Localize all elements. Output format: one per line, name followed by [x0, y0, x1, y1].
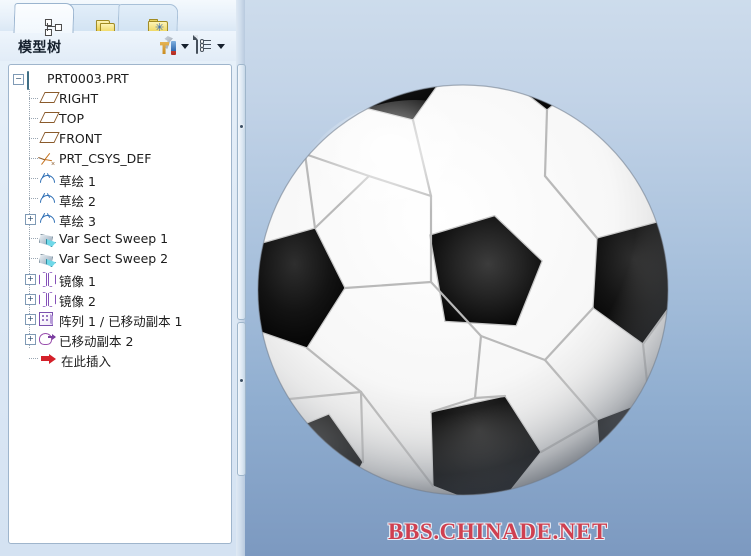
tree-node-label: 在此插入 — [61, 354, 112, 369]
expander-toggle[interactable]: + — [25, 214, 36, 225]
tree-node-label: TOP — [59, 111, 85, 126]
tree-node-label: PRT_CSYS_DEF — [59, 151, 152, 166]
plane-icon — [39, 92, 60, 106]
tree-node-label: RIGHT — [59, 91, 99, 106]
splitter-handle-upper[interactable] — [237, 64, 246, 320]
tree-node-mirror-1[interactable]: + 镜像 1 — [9, 269, 231, 289]
watermark-text: BBS.CHINADE.NET — [388, 519, 608, 544]
expander-toggle[interactable]: + — [25, 294, 36, 305]
tree-node-label: 镜像 1 — [59, 274, 96, 289]
move-copy-icon — [39, 332, 56, 346]
tree-node-label: 镜像 2 — [59, 294, 96, 309]
plane-icon — [39, 132, 60, 146]
part-icon — [27, 71, 43, 90]
sketch-icon — [39, 172, 55, 186]
tree-node-sketch-2[interactable]: 草绘 2 — [9, 189, 231, 209]
tab-model-tree[interactable] — [13, 3, 75, 36]
list-icon — [196, 35, 211, 54]
tree-node-part[interactable]: − PRT0003.PRT — [9, 69, 231, 90]
panel-header: 模型树 — [0, 31, 245, 61]
tree-node-label: 草绘 2 — [59, 194, 96, 209]
tree-node-label: 阵列 1 / 已移动副本 1 — [59, 314, 183, 329]
tab-folder-browser[interactable]: ✳ — [117, 4, 179, 36]
plane-icon — [39, 112, 60, 126]
chevron-down-icon[interactable] — [181, 44, 189, 49]
soccer-ball-model[interactable] — [245, 0, 751, 556]
sweep-icon — [39, 232, 56, 247]
tree-node-sketch-1[interactable]: 草绘 1 — [9, 169, 231, 189]
expander-toggle[interactable]: − — [13, 74, 24, 85]
splitter-handle-lower[interactable] — [237, 322, 246, 476]
tree-node-plane-front[interactable]: FRONT — [9, 129, 231, 149]
left-dock-panel: ✳ 模型树 − PRT0003.PRT RIGHT TOP FRONT × PR… — [0, 0, 246, 556]
sketch-icon — [39, 192, 55, 206]
graphics-viewport[interactable]: BBS.CHINADE.NET — [245, 0, 751, 556]
tree-node-csys[interactable]: × PRT_CSYS_DEF — [9, 149, 231, 169]
pattern-icon — [39, 312, 55, 326]
model-tree-container[interactable]: − PRT0003.PRT RIGHT TOP FRONT × PRT_CSYS… — [8, 64, 232, 544]
ball-specular-highlight — [295, 100, 535, 300]
mirror-icon — [39, 272, 56, 287]
tree-node-plane-top[interactable]: TOP — [9, 109, 231, 129]
application-window: BBS.CHINADE.NET ✳ 模型树 − PRT0003.PRT RIGH… — [0, 0, 751, 556]
csys-icon: × — [38, 152, 55, 168]
settings-tools-button[interactable] — [160, 36, 190, 56]
insert-here-icon — [41, 353, 57, 367]
sweep-icon — [39, 252, 56, 267]
display-list-button[interactable] — [196, 35, 226, 56]
panel-splitter[interactable] — [236, 0, 246, 556]
expander-toggle[interactable]: + — [25, 334, 36, 345]
tree-node-label: PRT0003.PRT — [47, 71, 129, 86]
tree-node-label: 草绘 3 — [59, 214, 96, 229]
tree-node-mirror-2[interactable]: + 镜像 2 — [9, 289, 231, 309]
tree-node-label: 草绘 1 — [59, 174, 96, 189]
tree-node-label: Var Sect Sweep 1 — [59, 231, 169, 246]
page-title: 模型树 — [18, 40, 62, 56]
splitter-grip-dot — [239, 125, 243, 128]
tree-node-sweep-1[interactable]: Var Sect Sweep 1 — [9, 229, 231, 249]
tree-node-moved-copy-2[interactable]: + 已移动副本 2 — [9, 329, 231, 349]
tree-node-insert-here[interactable]: 在此插入 — [9, 349, 231, 369]
tree-node-sketch-3[interactable]: + 草绘 3 — [9, 209, 231, 229]
expander-toggle[interactable]: + — [25, 274, 36, 285]
model-tree-list: − PRT0003.PRT RIGHT TOP FRONT × PRT_CSYS… — [9, 69, 231, 369]
mirror-icon — [39, 292, 56, 307]
expander-toggle[interactable]: + — [25, 314, 36, 325]
tree-node-pattern-1[interactable]: + 阵列 1 / 已移动副本 1 — [9, 309, 231, 329]
tree-node-label: FRONT — [59, 131, 102, 146]
dock-tab-strip: ✳ — [0, 0, 245, 36]
splitter-grip-dot — [239, 379, 243, 382]
chevron-down-icon[interactable] — [217, 44, 225, 49]
tree-node-label: Var Sect Sweep 2 — [59, 251, 169, 266]
tree-node-sweep-2[interactable]: Var Sect Sweep 2 — [9, 249, 231, 269]
sketch-icon — [39, 212, 55, 226]
tree-node-plane-right[interactable]: RIGHT — [9, 89, 231, 109]
tree-node-label: 已移动副本 2 — [59, 334, 134, 349]
